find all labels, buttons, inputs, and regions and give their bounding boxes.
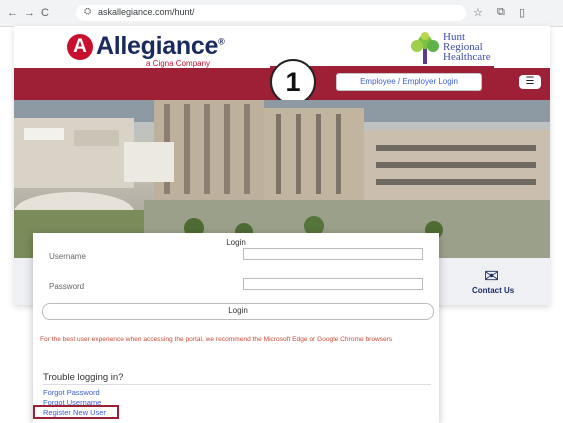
register-highlight-box [33,405,119,419]
tree-icon [411,32,439,64]
back-button[interactable]: ← [7,6,18,20]
browser-recommendation-text: For the best user experience when access… [40,336,393,343]
site-settings-icon[interactable]: ⛭ [84,6,91,17]
password-label: Password [49,282,85,291]
forward-button[interactable]: → [24,6,35,20]
divider [43,384,431,385]
contact-mail-icon[interactable]: ✉ [484,266,499,287]
browser-toolbar: ← → C ⛭ askallegiance.com/hunt/ ☆ ⧉ ▯ [0,0,563,27]
side-panel-icon[interactable]: ▯ [519,6,525,19]
hamburger-menu-icon[interactable]: ☰ [519,75,541,89]
step-number-badge: 1 [270,59,316,105]
bookmark-star-icon[interactable]: ☆ [473,6,483,19]
password-input[interactable] [243,278,423,290]
trouble-logging-in-heading: Trouble logging in? [43,372,124,383]
extensions-icon[interactable]: ⧉ [497,6,505,19]
login-title: Login [226,238,246,247]
hunt-regional-logo[interactable]: Hunt Regional Healthcare [408,32,548,66]
reload-button[interactable]: C [41,6,49,20]
login-panel: Login Username Password Login For the be… [33,233,439,423]
address-bar[interactable]: ⛭ askallegiance.com/hunt/ [76,5,466,21]
brand-subtitle: a Cigna Company [146,59,211,68]
username-label: Username [49,252,86,261]
url-text[interactable]: askallegiance.com/hunt/ [98,7,195,17]
brand-name[interactable]: Allegiance® [96,32,225,61]
allegiance-logo-icon[interactable]: A [67,34,93,60]
forgot-password-link[interactable]: Forgot Password [43,388,100,397]
login-submit-button[interactable]: Login [42,303,434,320]
username-input[interactable] [243,248,423,260]
contact-us-link[interactable]: Contact Us [472,286,514,295]
